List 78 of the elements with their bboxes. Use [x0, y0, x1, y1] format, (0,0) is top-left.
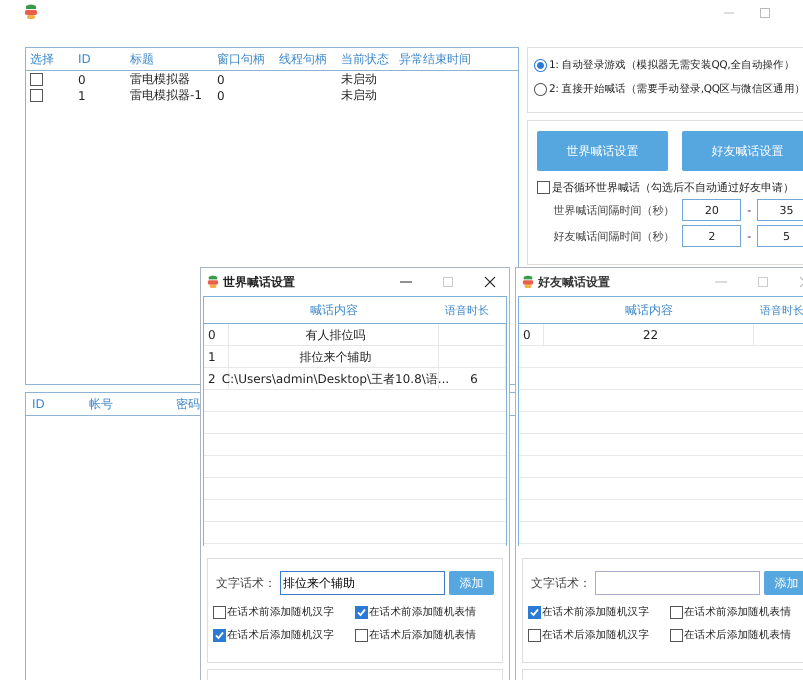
- app-logo-icon: [522, 275, 534, 289]
- maximize-icon: [442, 276, 454, 288]
- column-header[interactable]: ID: [32, 397, 89, 411]
- loop-label: 是否循环世界喊话（勾选后不自动通过好友申请）: [552, 180, 794, 195]
- maximize-icon: [757, 276, 769, 288]
- range-separator: -: [746, 204, 752, 216]
- column-header[interactable]: 选择: [30, 50, 78, 68]
- text-label: 文字话术：: [216, 574, 276, 592]
- duration-cell: 6: [470, 372, 478, 386]
- range-separator: -: [746, 230, 752, 242]
- column-header[interactable]: 喊话内容: [544, 302, 754, 318]
- loop-checkbox[interactable]: [537, 181, 550, 194]
- column-header[interactable]: 语音时长: [439, 302, 489, 318]
- table-cell: 1: [78, 88, 86, 102]
- add-button[interactable]: 添加: [764, 571, 803, 595]
- maximize-icon: [760, 8, 770, 18]
- row-checkbox[interactable]: [30, 89, 43, 102]
- mode-label: 1: 自动登录游戏（模拟器无需安装QQ,全自动操作）: [549, 58, 795, 72]
- row-index: 0: [523, 328, 531, 342]
- row-index: 2: [208, 372, 216, 386]
- column-header[interactable]: 窗口句柄: [217, 50, 279, 68]
- interval-label: 好友喊话间隔时间（秒）: [552, 228, 676, 244]
- column-header[interactable]: ID: [78, 52, 130, 66]
- option-label: 在话术后添加随机汉字: [542, 628, 650, 642]
- option-checkbox[interactable]: [670, 606, 683, 618]
- column-header[interactable]: 异常结束时间: [399, 50, 509, 68]
- text-field[interactable]: 排位来个辅助: [280, 571, 445, 595]
- mode-radio[interactable]: [534, 82, 547, 96]
- option-label: 在话术前添加随机汉字: [542, 605, 650, 619]
- row-index: 0: [208, 328, 216, 342]
- option-label: 在话术前添加随机表情: [369, 605, 476, 619]
- settings-button[interactable]: 世界喊话设置: [537, 131, 668, 171]
- option-checkbox[interactable]: [213, 606, 226, 618]
- option-checkbox[interactable]: [355, 606, 368, 618]
- column-header[interactable]: 当前状态: [341, 50, 399, 68]
- option-label: 在话术后添加随机表情: [369, 628, 476, 642]
- interval-label: 世界喊话间隔时间（秒）: [552, 202, 676, 218]
- table-cell: 雷电模拟器-1: [130, 88, 202, 102]
- column-header[interactable]: 喊话内容: [229, 302, 439, 318]
- message-cell: 22: [642, 328, 658, 342]
- dialog-title: 世界喊话设置: [223, 274, 296, 290]
- table-cell: 0: [78, 72, 86, 86]
- option-checkbox[interactable]: [528, 606, 541, 618]
- table-cell: 未启动: [341, 88, 377, 102]
- column-header[interactable]: 线程句柄: [279, 50, 341, 68]
- interval-max-field[interactable]: 35: [757, 199, 803, 221]
- table-cell: 未启动: [341, 72, 377, 86]
- option-checkbox[interactable]: [670, 628, 683, 642]
- message-cell: C:\Users\admin\Desktop\王者10.8\语...: [222, 370, 450, 388]
- option-label: 在话术后添加随机表情: [684, 628, 792, 642]
- close-icon: [484, 276, 496, 288]
- text-label: 文字话术：: [531, 574, 591, 592]
- app-logo-icon: [24, 4, 38, 20]
- option-checkbox[interactable]: [528, 628, 541, 642]
- app-logo-icon: [207, 275, 219, 289]
- interval-min-field[interactable]: 2: [682, 225, 742, 247]
- option-label: 在话术前添加随机汉字: [227, 605, 334, 619]
- interval-min-field[interactable]: 20: [682, 199, 742, 221]
- table-cell: 0: [217, 72, 225, 86]
- message-cell: 排位来个辅助: [300, 348, 372, 366]
- add-button[interactable]: 添加: [448, 571, 494, 595]
- row-index: 1: [208, 350, 216, 364]
- option-label: 在话术前添加随机表情: [684, 605, 792, 619]
- interval-max-field[interactable]: 5: [757, 225, 803, 247]
- table-cell: 0: [217, 88, 225, 102]
- column-header[interactable]: 标题: [130, 50, 217, 68]
- mode-label: 2: 直接开始喊话（需要手动登录,QQ区与微信区通用）: [549, 82, 803, 96]
- mode-radio[interactable]: [534, 58, 547, 72]
- message-cell: 有人排位吗: [306, 326, 366, 344]
- table-cell: 雷电模拟器: [130, 72, 190, 86]
- option-checkbox[interactable]: [213, 628, 226, 642]
- option-label: 在话术后添加随机汉字: [227, 628, 334, 642]
- option-checkbox[interactable]: [355, 628, 368, 642]
- column-header[interactable]: 帐号: [89, 396, 176, 412]
- text-field[interactable]: [595, 571, 760, 595]
- dialog-title: 好友喊话设置: [538, 274, 611, 290]
- row-checkbox[interactable]: [30, 73, 43, 86]
- settings-button[interactable]: 好友喊话设置: [682, 131, 803, 171]
